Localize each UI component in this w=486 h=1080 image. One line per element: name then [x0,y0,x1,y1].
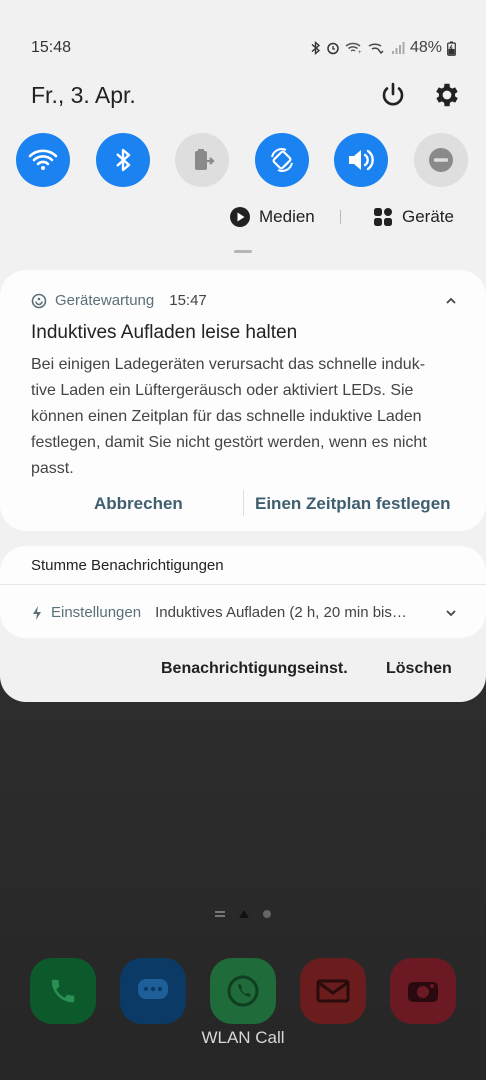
alarm-icon [327,42,339,55]
play-icon [230,207,250,227]
date-label: Fr., 3. Apr. [31,81,136,108]
notification-body-line: passt. [31,460,74,477]
drag-handle[interactable] [234,250,252,253]
notification-title: Induktives Aufladen leise halten [31,322,298,343]
media-label: Medien [259,207,315,226]
sound-icon [349,149,375,171]
sound-toggle[interactable] [334,133,389,187]
notification-body-line: tive Laden ein Lüftergeräusch oder aktiv… [31,382,414,399]
signal-icon [391,42,405,54]
divider [243,490,244,516]
notification-time: 15:47 [169,292,207,309]
notification-settings-button[interactable]: Benachrichtigungseinst. [161,660,348,678]
gear-icon[interactable] [432,80,462,110]
device-care-icon [31,293,47,308]
bluetooth-toggle[interactable] [95,133,150,187]
notification-body-line: können einen Zeitplan für das schnelle i… [31,408,422,425]
bluetooth-icon [311,41,321,55]
page-list-icon [215,911,225,917]
notification-actions: Abbrechen Einen Zeitplan festlegen [0,490,486,518]
cancel-button[interactable]: Abbrechen [94,494,183,514]
date-row: Fr., 3. Apr. [31,80,462,110]
media-devices-row: Medien Geräte [0,204,486,230]
divider [340,210,341,224]
lightning-icon [33,605,41,620]
status-icons: + 48% [310,39,456,57]
divider [0,584,486,585]
power-icon[interactable] [378,80,408,110]
devices-grid-icon [374,208,392,226]
notification-body-line: festlegen, damit Sie nicht gestört werde… [31,434,427,451]
battery-charging-icon [447,41,456,56]
power-share-icon [195,149,215,170]
wifi-call-icon: + [345,42,362,55]
home-page-icon [239,910,249,918]
status-bar: 15:48 + 48% [31,38,456,58]
bluetooth-icon [115,148,130,172]
whatsapp-icon[interactable] [210,958,276,1024]
silent-notifications-card: Stumme Benachrichtigungen Einstellungen … [0,546,486,638]
wifi-toggle[interactable] [16,133,70,187]
camera-icon[interactable] [390,958,456,1024]
power-share-toggle[interactable] [175,133,230,187]
silent-notifications-heading: Stumme Benachrichtigungen [31,557,224,574]
email-icon[interactable] [300,958,366,1024]
set-schedule-button[interactable]: Einen Zeitplan festlegen [255,494,451,514]
do-not-disturb-icon [428,148,453,172]
chevron-up-icon[interactable] [444,296,458,306]
notification-shade: 15:48 + 48% Fr., 3. Apr. Medien Geräte G… [0,0,486,702]
notification-body-line: Bei einigen Ladegeräten verursacht das s… [31,356,426,373]
clear-button[interactable]: Löschen [386,660,452,678]
auto-rotate-toggle[interactable] [254,133,309,187]
notification-header: Gerätewartung 15:47 [31,292,458,309]
devices-label: Geräte [402,207,454,226]
silent-notification-row[interactable]: Einstellungen Induktives Aufladen (2 h, … [31,604,458,621]
dock-app-label: WLAN Call [201,1028,285,1047]
notification-card[interactable]: Gerätewartung 15:47 Induktives Aufladen … [0,270,486,531]
silent-notification-text: Induktives Aufladen (2 h, 20 min bis… [155,604,407,621]
phone-icon[interactable] [30,958,96,1024]
quick-settings [16,133,468,187]
battery-percent: 48% [409,39,442,56]
svg-text:+: + [358,50,362,55]
media-button[interactable]: Medien [230,207,315,227]
messages-icon[interactable] [120,958,186,1024]
devices-button[interactable]: Geräte [373,207,454,227]
page-dot [263,910,271,918]
do-not-disturb-toggle[interactable] [413,133,468,187]
dock [0,958,486,1024]
status-time: 15:48 [31,39,72,56]
silent-app-name: Einstellungen [51,604,142,621]
wifi-icon [28,149,58,170]
auto-rotate-icon [270,148,293,172]
notification-app-name: Gerätewartung [55,292,155,309]
chevron-down-icon[interactable] [444,608,458,618]
page-indicator [0,910,486,918]
notification-body: Bei einigen Ladegeräten verursacht das s… [31,352,451,482]
vowifi-icon [368,43,384,55]
